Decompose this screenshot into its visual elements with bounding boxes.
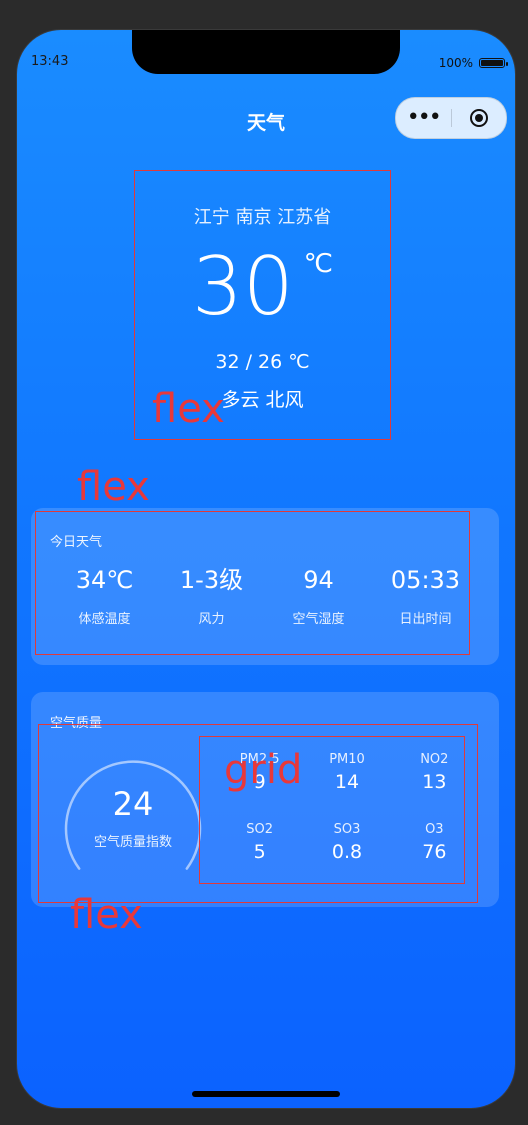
grid-annotation: grid [224, 747, 303, 793]
flex-annotation-air: flex [70, 892, 143, 938]
home-indicator [192, 1091, 340, 1097]
notch [132, 30, 400, 74]
battery-fill [481, 60, 503, 66]
more-dots-icon[interactable]: ••• [396, 107, 451, 129]
battery-percent: 100% [438, 56, 473, 70]
close-program-button[interactable] [452, 109, 507, 127]
battery-icon [479, 58, 508, 68]
status-time: 13:43 [31, 54, 69, 69]
flex-annotation-today: flex [77, 464, 150, 510]
status-right: 100% [438, 56, 508, 70]
flex-annotation-hero: flex [152, 386, 225, 432]
mini-program-capsule: ••• [395, 97, 507, 139]
today-debug-box [35, 511, 470, 655]
phone-screen: 13:43 100% 天气 ••• 江宁 南京 江苏省 30 ℃ 32 / 26… [17, 30, 515, 1108]
target-icon [469, 109, 488, 127]
